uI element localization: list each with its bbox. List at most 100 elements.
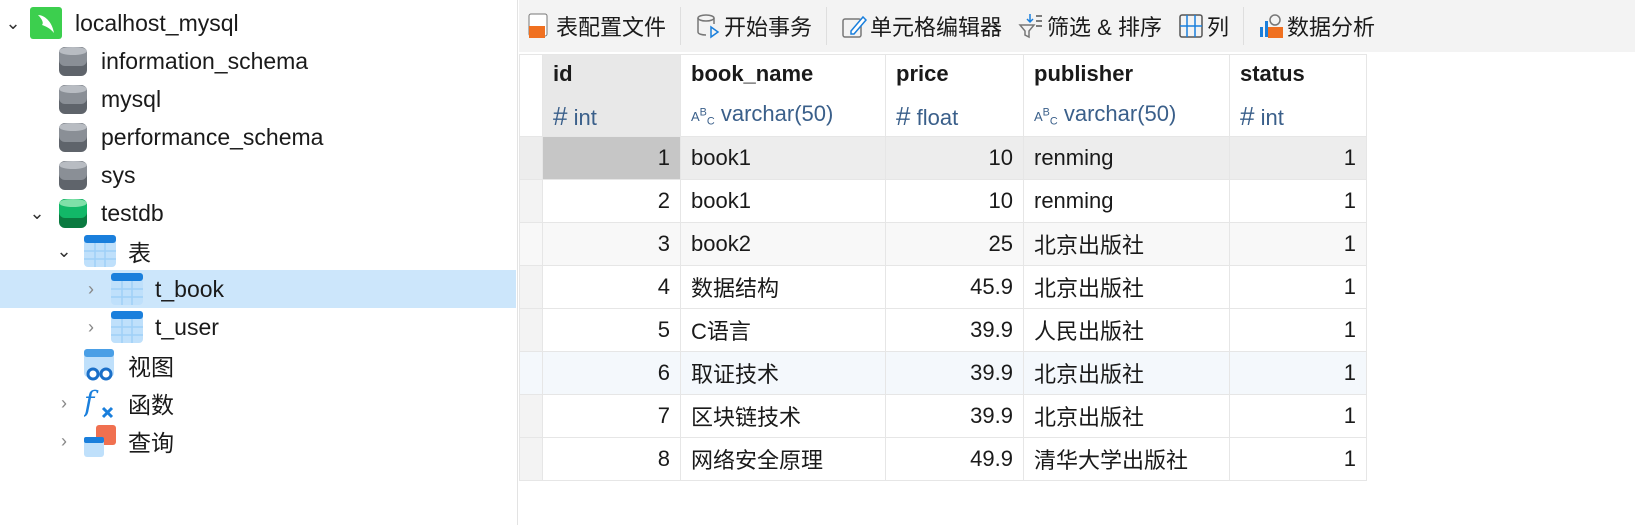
tree-label: performance_schema xyxy=(101,123,324,150)
row-marker[interactable] xyxy=(519,308,543,352)
cell-id[interactable]: 3 xyxy=(542,222,681,266)
cell-price[interactable]: 39.9 xyxy=(885,394,1024,438)
chevron-right-icon[interactable]: › xyxy=(84,317,98,337)
column-header-publisher[interactable]: publisher ABC varchar(50) xyxy=(1023,54,1230,137)
column-type: float xyxy=(916,105,959,130)
column-type: int xyxy=(573,105,597,130)
begin-transaction-button[interactable]: 开始事务 xyxy=(687,6,820,46)
table-profile-button[interactable]: 表配置文件 xyxy=(519,6,674,46)
row-marker[interactable] xyxy=(519,136,543,180)
cell-status[interactable]: 1 xyxy=(1229,308,1367,352)
column-header-book-name[interactable]: book_name ABC varchar(50) xyxy=(680,54,886,137)
chevron-down-icon[interactable]: ⌄ xyxy=(5,13,20,33)
cell-book-name[interactable]: book1 xyxy=(680,136,886,180)
column-header-id[interactable]: id # int xyxy=(542,54,681,137)
tree-database-sys[interactable]: sys xyxy=(0,156,516,194)
cell-status[interactable]: 1 xyxy=(1229,179,1367,223)
cell-publisher[interactable]: 北京出版社 xyxy=(1023,265,1230,309)
table-row[interactable]: 8 网络安全原理 49.9 清华大学出版社 1 xyxy=(519,437,1367,481)
cell-publisher[interactable]: renming xyxy=(1023,136,1230,180)
table-row[interactable]: 5 C语言 39.9 人民出版社 1 xyxy=(519,308,1367,352)
filter-sort-button[interactable]: 筛选 & 排序 xyxy=(1010,6,1170,46)
chevron-right-icon[interactable]: › xyxy=(57,393,71,413)
cell-publisher[interactable]: 清华大学出版社 xyxy=(1023,437,1230,481)
column-header-price[interactable]: price # float xyxy=(885,54,1024,137)
cell-book-name[interactable]: 数据结构 xyxy=(680,265,886,309)
cell-id[interactable]: 7 xyxy=(542,394,681,438)
cell-editor-button[interactable]: 单元格编辑器 xyxy=(833,6,1010,46)
cell-book-name[interactable]: 区块链技术 xyxy=(680,394,886,438)
columns-button[interactable]: 列 xyxy=(1170,6,1237,46)
cell-status[interactable]: 1 xyxy=(1229,136,1367,180)
tree-database-testdb[interactable]: ⌄ testdb xyxy=(0,194,516,232)
type-numeric-icon: # xyxy=(896,101,911,131)
tree-table-t-user[interactable]: › t_user xyxy=(0,308,516,346)
cell-book-name[interactable]: book1 xyxy=(680,179,886,223)
cell-publisher[interactable]: 北京出版社 xyxy=(1023,394,1230,438)
tree-database-mysql[interactable]: mysql xyxy=(0,80,516,118)
cell-publisher[interactable]: 北京出版社 xyxy=(1023,351,1230,395)
row-marker[interactable] xyxy=(519,437,543,481)
row-marker[interactable] xyxy=(519,222,543,266)
tree-tables-group[interactable]: ⌄ 表 xyxy=(0,232,516,270)
chevron-right-icon[interactable]: › xyxy=(84,279,98,299)
cell-status[interactable]: 1 xyxy=(1229,351,1367,395)
type-numeric-icon: # xyxy=(553,101,568,131)
cell-status[interactable]: 1 xyxy=(1229,222,1367,266)
column-type: varchar(50) xyxy=(1063,101,1177,126)
table-row[interactable]: 1 book1 10 renming 1 xyxy=(519,136,1367,180)
tree-database-performance-schema[interactable]: performance_schema xyxy=(0,118,516,156)
cell-price[interactable]: 39.9 xyxy=(885,308,1024,352)
cell-id[interactable]: 6 xyxy=(542,351,681,395)
tree-connection[interactable]: ⌄ localhost_mysql xyxy=(0,4,516,42)
row-marker[interactable] xyxy=(519,265,543,309)
tree-label: mysql xyxy=(101,85,162,112)
button-label: 列 xyxy=(1206,15,1229,40)
cell-id[interactable]: 5 xyxy=(542,308,681,352)
data-analysis-button[interactable]: 数据分析 xyxy=(1250,6,1383,46)
tree-database-information-schema[interactable]: information_schema xyxy=(0,42,516,80)
database-icon xyxy=(59,199,87,228)
cell-status[interactable]: 1 xyxy=(1229,437,1367,481)
table-row[interactable]: 3 book2 25 北京出版社 1 xyxy=(519,222,1367,266)
cell-id[interactable]: 8 xyxy=(542,437,681,481)
cell-price[interactable]: 10 xyxy=(885,136,1024,180)
table-row[interactable]: 2 book1 10 renming 1 xyxy=(519,179,1367,223)
cell-book-name[interactable]: C语言 xyxy=(680,308,886,352)
tree-table-t-book[interactable]: › t_book xyxy=(0,270,516,308)
cell-status[interactable]: 1 xyxy=(1229,265,1367,309)
database-icon xyxy=(59,123,87,152)
cell-price[interactable]: 10 xyxy=(885,179,1024,223)
cell-book-name[interactable]: 取证技术 xyxy=(680,351,886,395)
cell-book-name[interactable]: book2 xyxy=(680,222,886,266)
cell-status[interactable]: 1 xyxy=(1229,394,1367,438)
cell-id[interactable]: 1 xyxy=(542,136,681,180)
cell-price[interactable]: 39.9 xyxy=(885,351,1024,395)
tree-functions[interactable]: › f 函数 xyxy=(0,384,516,422)
chevron-right-icon[interactable]: › xyxy=(57,431,71,451)
view-icon xyxy=(84,349,114,381)
chevron-down-icon[interactable]: ⌄ xyxy=(29,203,44,223)
row-marker[interactable] xyxy=(519,351,543,395)
cell-price[interactable]: 49.9 xyxy=(885,437,1024,481)
cell-id[interactable]: 2 xyxy=(542,179,681,223)
button-label: 开始事务 xyxy=(724,15,813,40)
button-label: 筛选 & 排序 xyxy=(1047,15,1162,40)
tree-views[interactable]: 视图 xyxy=(0,346,516,384)
cell-publisher[interactable]: 人民出版社 xyxy=(1023,308,1230,352)
chevron-down-icon[interactable]: ⌄ xyxy=(56,241,71,261)
cell-book-name[interactable]: 网络安全原理 xyxy=(680,437,886,481)
table-row[interactable]: 4 数据结构 45.9 北京出版社 1 xyxy=(519,265,1367,309)
cell-price[interactable]: 45.9 xyxy=(885,265,1024,309)
cell-id[interactable]: 4 xyxy=(542,265,681,309)
column-header-status[interactable]: status # int xyxy=(1229,54,1367,137)
tree-label: 视图 xyxy=(128,354,174,380)
cell-publisher[interactable]: 北京出版社 xyxy=(1023,222,1230,266)
row-marker[interactable] xyxy=(519,179,543,223)
table-row[interactable]: 6 取证技术 39.9 北京出版社 1 xyxy=(519,351,1367,395)
cell-price[interactable]: 25 xyxy=(885,222,1024,266)
cell-publisher[interactable]: renming xyxy=(1023,179,1230,223)
table-row[interactable]: 7 区块链技术 39.9 北京出版社 1 xyxy=(519,394,1367,438)
tree-queries[interactable]: › 查询 xyxy=(0,422,516,460)
row-marker[interactable] xyxy=(519,394,543,438)
